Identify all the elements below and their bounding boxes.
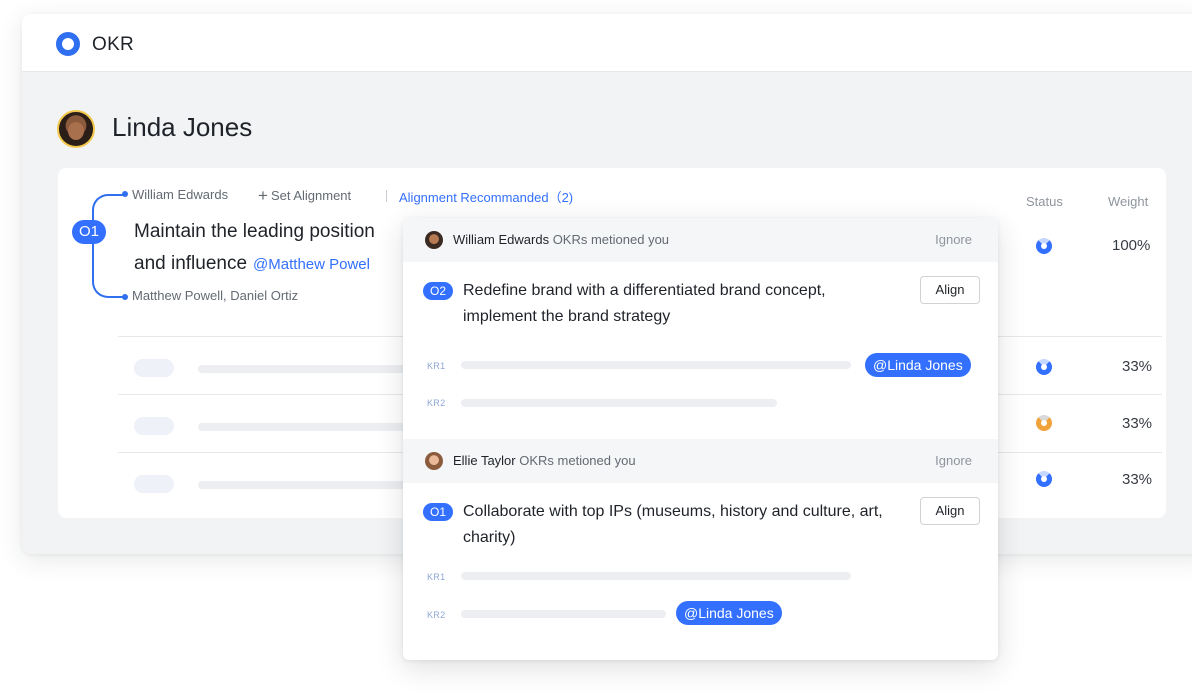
mention-chip[interactable]: @Linda Jones bbox=[865, 353, 971, 377]
kr-placeholder-bar bbox=[461, 399, 777, 407]
kr-status-ring-icon[interactable] bbox=[1036, 359, 1052, 375]
objective-title-line2: and influence bbox=[134, 253, 248, 274]
objective-mention-link[interactable]: @Matthew Powel bbox=[253, 256, 370, 273]
top-bar: OKR bbox=[22, 14, 1192, 72]
kr-placeholder-pill bbox=[134, 475, 174, 493]
kr-placeholder-pill bbox=[134, 417, 174, 435]
kr-weight: 33% bbox=[1122, 358, 1153, 375]
target-logo-icon bbox=[56, 32, 80, 56]
source-suffix: OKRs metioned you bbox=[515, 453, 636, 468]
align-button[interactable]: Align bbox=[920, 276, 980, 304]
source-suffix: OKRs metioned you bbox=[549, 232, 670, 247]
set-alignment-label: Set Alignment bbox=[270, 188, 352, 203]
objective-status-ring-icon[interactable] bbox=[1036, 238, 1052, 254]
app-title: OKR bbox=[92, 34, 135, 55]
kr-placeholder-pill bbox=[134, 359, 174, 377]
alignment-recommended-link[interactable]: Alignment Recommanded（2) bbox=[399, 187, 573, 206]
recommended-objective-title: Redefine brand with a differentiated bra… bbox=[463, 282, 826, 325]
recommendation-header: William Edwards OKRs metioned you Ignore bbox=[403, 218, 998, 262]
kr-weight: 33% bbox=[1122, 415, 1153, 432]
kr-placeholder-bar bbox=[461, 572, 851, 580]
aligned-owner-name[interactable]: William Edwards bbox=[132, 187, 228, 202]
mention-chip[interactable]: @Linda Jones bbox=[676, 601, 782, 625]
objective-badge: O1 bbox=[423, 503, 453, 521]
kr-placeholder-bar bbox=[198, 365, 428, 373]
alignment-recommendation-popover: William Edwards OKRs metioned you Ignore… bbox=[403, 218, 998, 660]
kr-weight: 33% bbox=[1122, 471, 1153, 488]
bracket-dot bbox=[122, 191, 128, 197]
avatar bbox=[425, 231, 443, 249]
avatar[interactable] bbox=[57, 110, 95, 148]
kr-label: KR1 bbox=[427, 572, 446, 582]
avatar bbox=[425, 452, 443, 470]
bracket-dot bbox=[122, 294, 128, 300]
ignore-button[interactable]: Ignore bbox=[935, 232, 972, 247]
weight-column-header: Weight bbox=[1108, 194, 1149, 209]
alignment-bracket bbox=[92, 194, 126, 298]
kr-placeholder-bar bbox=[461, 361, 851, 369]
kr-status-ring-icon[interactable] bbox=[1036, 471, 1052, 487]
objective-weight: 100% bbox=[1112, 237, 1151, 254]
plus-icon: + bbox=[258, 186, 268, 205]
kr-placeholder-bar bbox=[198, 423, 428, 431]
kr-status-ring-icon[interactable] bbox=[1036, 415, 1052, 431]
ignore-button[interactable]: Ignore bbox=[935, 453, 972, 468]
objective-title-line1: Maintain the leading position bbox=[134, 221, 375, 242]
objective-badge: O2 bbox=[423, 282, 453, 300]
recommendation-source: William Edwards OKRs metioned you bbox=[453, 232, 669, 247]
recommendation-source: Ellie Taylor OKRs metioned you bbox=[453, 453, 636, 468]
objective-badge: O1 bbox=[72, 220, 106, 244]
recommendation-header: Ellie Taylor OKRs metioned you Ignore bbox=[403, 439, 998, 483]
kr-placeholder-bar bbox=[461, 610, 666, 618]
source-user-name: Ellie Taylor bbox=[453, 453, 516, 468]
kr-label: KR1 bbox=[427, 361, 446, 371]
status-column-header: Status bbox=[1026, 194, 1063, 209]
source-user-name: William Edwards bbox=[453, 232, 550, 247]
divider bbox=[386, 190, 387, 202]
kr-label: KR2 bbox=[427, 398, 446, 408]
kr-placeholder-bar bbox=[198, 481, 428, 489]
recommended-objective-title: Collaborate with top IPs (museums, histo… bbox=[463, 503, 883, 546]
user-name: Linda Jones bbox=[112, 112, 253, 142]
participants-text: Matthew Powell, Daniel Ortiz bbox=[132, 288, 299, 303]
set-alignment-button[interactable]: + Set Alignment bbox=[258, 186, 351, 206]
kr-label: KR2 bbox=[427, 610, 446, 620]
align-button[interactable]: Align bbox=[920, 497, 980, 525]
